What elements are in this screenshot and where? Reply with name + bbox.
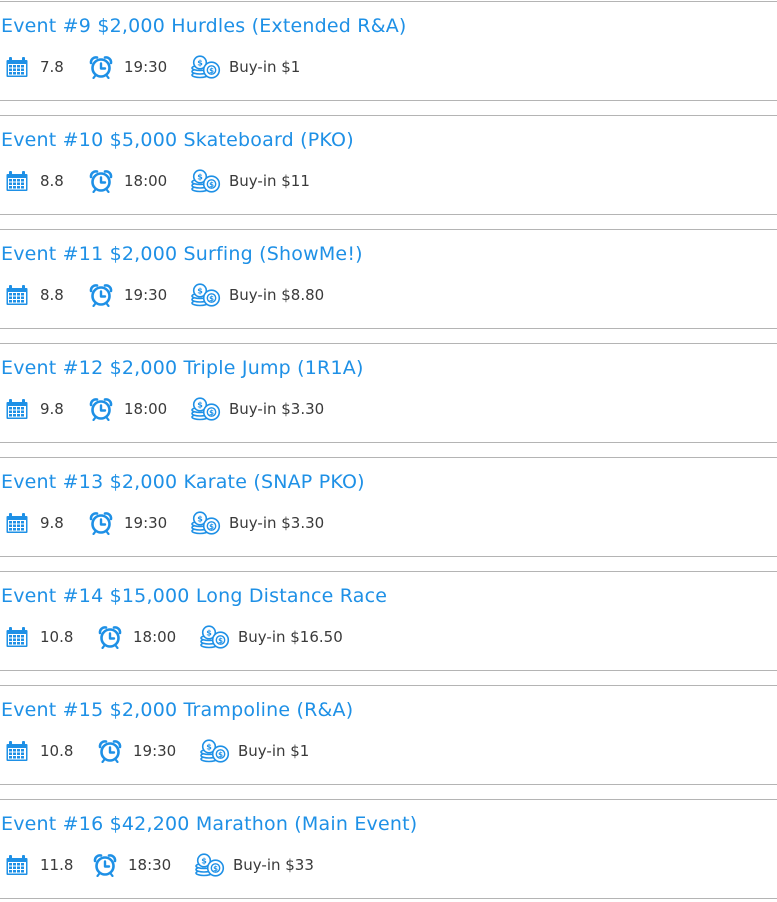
- calendar-icon: [5, 511, 29, 535]
- svg-text:$: $: [218, 637, 223, 645]
- svg-text:$: $: [213, 865, 218, 873]
- alarm-clock-icon: [89, 55, 113, 79]
- event-card: Event #15 $2,000 Trampoline (R&A) 10.8 1…: [0, 685, 777, 785]
- svg-text:$: $: [206, 743, 212, 752]
- calendar-icon: [5, 625, 29, 649]
- event-date: 9.8: [40, 514, 64, 532]
- event-meta-row: 9.8 19:30 $ $ Buy-in $3.30: [5, 510, 324, 536]
- event-meta-row: 11.8 18:30 $ $ Buy-in $33: [5, 852, 314, 878]
- event-title-link[interactable]: Event #16 $42,200 Marathon (Main Event): [1, 813, 417, 835]
- svg-text:$: $: [209, 523, 214, 531]
- coins-icon: $ $: [190, 55, 222, 79]
- svg-text:$: $: [209, 67, 214, 75]
- svg-text:$: $: [197, 401, 203, 410]
- event-date: 8.8: [40, 286, 64, 304]
- coins-icon: $ $: [199, 625, 231, 649]
- event-meta-row: 7.8 19:30 $ $ Buy-in $1: [5, 54, 300, 80]
- event-meta-row: 10.8 19:30 $ $ Buy-in $1: [5, 738, 309, 764]
- event-time: 18:00: [124, 172, 168, 190]
- svg-text:$: $: [197, 287, 203, 296]
- event-buyin: Buy-in $1: [229, 58, 301, 76]
- event-title-link[interactable]: Event #12 $2,000 Triple Jump (1R1A): [1, 357, 364, 379]
- calendar-icon: [5, 853, 29, 877]
- event-date: 9.8: [40, 400, 64, 418]
- event-time: 18:00: [124, 400, 168, 418]
- alarm-clock-icon: [89, 283, 113, 307]
- event-time: 19:30: [124, 58, 168, 76]
- coins-icon: $ $: [190, 511, 222, 535]
- event-date: 10.8: [40, 742, 74, 760]
- calendar-icon: [5, 283, 29, 307]
- alarm-clock-icon: [89, 169, 113, 193]
- event-meta-row: 8.8 19:30 $ $ Buy-in $8.80: [5, 282, 324, 308]
- event-time: 19:30: [124, 286, 168, 304]
- event-time: 18:30: [128, 856, 172, 874]
- event-meta-row: 10.8 18:00 $ $ Buy-in $16.50: [5, 624, 343, 650]
- svg-text:$: $: [209, 295, 214, 303]
- event-buyin: Buy-in $1: [238, 742, 310, 760]
- svg-text:$: $: [201, 857, 207, 866]
- svg-text:$: $: [197, 59, 203, 68]
- svg-text:$: $: [209, 409, 214, 417]
- alarm-clock-icon: [89, 511, 113, 535]
- event-buyin: Buy-in $8.80: [229, 286, 325, 304]
- calendar-icon: [5, 169, 29, 193]
- event-buyin: Buy-in $3.30: [229, 514, 325, 532]
- svg-text:$: $: [197, 173, 203, 182]
- event-meta-row: 8.8 18:00 $ $ Buy-in $11: [5, 168, 310, 194]
- coins-icon: $ $: [190, 283, 222, 307]
- event-date: 8.8: [40, 172, 64, 190]
- event-date: 7.8: [40, 58, 64, 76]
- event-title-link[interactable]: Event #15 $2,000 Trampoline (R&A): [1, 699, 353, 721]
- calendar-icon: [5, 55, 29, 79]
- alarm-clock-icon: [98, 739, 122, 763]
- alarm-clock-icon: [93, 853, 117, 877]
- event-card: Event #10 $5,000 Skateboard (PKO) 8.8 18…: [0, 115, 777, 215]
- event-card: Event #16 $42,200 Marathon (Main Event) …: [0, 799, 777, 899]
- alarm-clock-icon: [89, 397, 113, 421]
- event-meta-row: 9.8 18:00 $ $ Buy-in $3.30: [5, 396, 324, 422]
- coins-icon: $ $: [194, 853, 226, 877]
- event-buyin: Buy-in $11: [229, 172, 310, 190]
- event-card: Event #13 $2,000 Karate (SNAP PKO) 9.8 1…: [0, 457, 777, 557]
- calendar-icon: [5, 739, 29, 763]
- event-date: 11.8: [40, 856, 74, 874]
- event-buyin: Buy-in $16.50: [238, 628, 343, 646]
- event-card: Event #11 $2,000 Surfing (ShowMe!) 8.8 1…: [0, 229, 777, 329]
- event-title-link[interactable]: Event #11 $2,000 Surfing (ShowMe!): [1, 243, 363, 265]
- event-title-link[interactable]: Event #9 $2,000 Hurdles (Extended R&A): [1, 15, 407, 37]
- event-time: 18:00: [133, 628, 177, 646]
- svg-text:$: $: [209, 181, 214, 189]
- coins-icon: $ $: [199, 739, 231, 763]
- event-buyin: Buy-in $3.30: [229, 400, 325, 418]
- event-title-link[interactable]: Event #14 $15,000 Long Distance Race: [1, 585, 387, 607]
- svg-text:$: $: [197, 515, 203, 524]
- event-card: Event #14 $15,000 Long Distance Race 10.…: [0, 571, 777, 671]
- event-card: Event #9 $2,000 Hurdles (Extended R&A) 7…: [0, 1, 777, 101]
- event-time: 19:30: [133, 742, 177, 760]
- calendar-icon: [5, 397, 29, 421]
- coins-icon: $ $: [190, 397, 222, 421]
- svg-text:$: $: [206, 629, 212, 638]
- event-card: Event #12 $2,000 Triple Jump (1R1A) 9.8 …: [0, 343, 777, 443]
- alarm-clock-icon: [98, 625, 122, 649]
- svg-text:$: $: [218, 751, 223, 759]
- event-time: 19:30: [124, 514, 168, 532]
- coins-icon: $ $: [190, 169, 222, 193]
- event-date: 10.8: [40, 628, 74, 646]
- event-list: Event #9 $2,000 Hurdles (Extended R&A) 7…: [0, 0, 777, 902]
- event-buyin: Buy-in $33: [233, 856, 314, 874]
- event-title-link[interactable]: Event #13 $2,000 Karate (SNAP PKO): [1, 471, 365, 493]
- event-title-link[interactable]: Event #10 $5,000 Skateboard (PKO): [1, 129, 354, 151]
